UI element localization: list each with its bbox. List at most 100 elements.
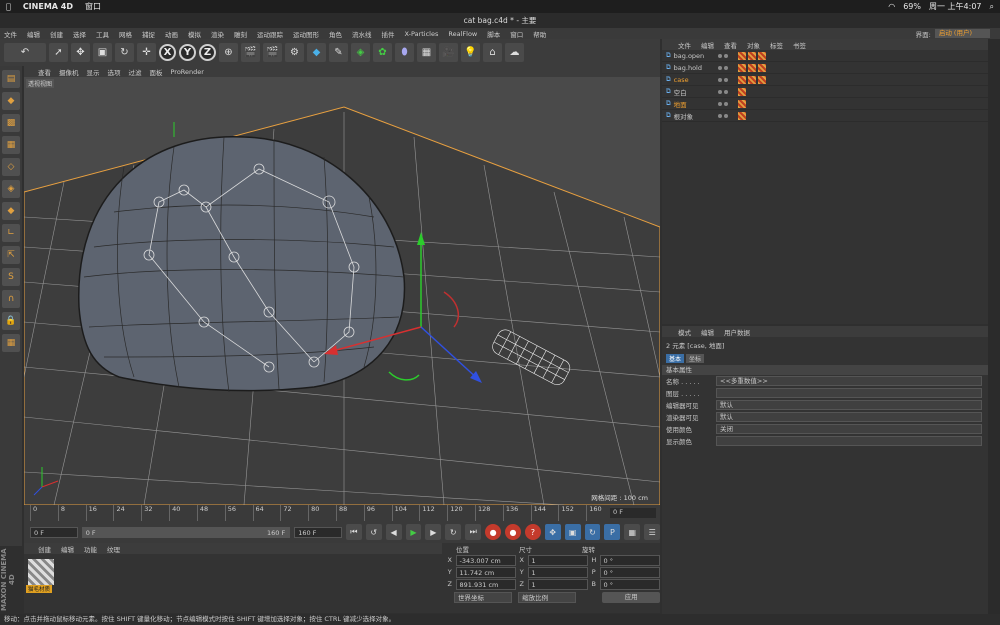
- menu-item-13[interactable]: 角色: [329, 29, 342, 39]
- y-axis-icon[interactable]: Y: [179, 44, 196, 61]
- object-row[interactable]: ⧉ bag.open: [662, 50, 988, 62]
- environment-icon[interactable]: ☁: [505, 43, 524, 62]
- object-tag-icon[interactable]: [758, 63, 766, 72]
- position-field[interactable]: 11.742 cm: [455, 566, 516, 578]
- attribute-value[interactable]: 默认: [716, 400, 982, 410]
- undo-button[interactable]: ↶: [4, 43, 46, 62]
- material-menu-item-3[interactable]: 纹理: [107, 544, 120, 554]
- visibility-dots[interactable]: [714, 89, 734, 94]
- menu-item-7[interactable]: 动画: [165, 29, 178, 39]
- visibility-dots[interactable]: [714, 101, 734, 106]
- object-tag-icon[interactable]: [748, 51, 756, 60]
- viewport-menu-item-5[interactable]: 面板: [150, 67, 163, 77]
- cube-icon[interactable]: ◆: [307, 43, 326, 62]
- menu-item-10[interactable]: 雕刻: [234, 29, 247, 39]
- object-tag-icon[interactable]: [738, 99, 746, 108]
- menu-item-2[interactable]: 创建: [50, 29, 63, 39]
- menu-item-11[interactable]: 运动跟踪: [257, 29, 283, 39]
- snap-icon[interactable]: S: [2, 268, 20, 286]
- coord-mode-select[interactable]: 世界坐标: [454, 592, 513, 603]
- live-select-icon[interactable]: ➚: [49, 43, 68, 62]
- object-name[interactable]: bag.open: [674, 52, 705, 60]
- material-name[interactable]: 猫毛材质: [26, 585, 53, 593]
- sky-icon[interactable]: ⌂: [483, 43, 502, 62]
- object-name[interactable]: case: [674, 76, 689, 84]
- menu-item-17[interactable]: RealFlow: [448, 30, 477, 38]
- next-key-icon[interactable]: ↻: [445, 524, 462, 540]
- clock[interactable]: 周一 上午4:07: [929, 1, 982, 12]
- object-row[interactable]: ⧉ 空白: [662, 86, 988, 98]
- model-mode-icon[interactable]: ▤: [2, 70, 20, 88]
- editor-visibility-dot[interactable]: [718, 77, 722, 82]
- render-visibility-dot[interactable]: [724, 89, 728, 94]
- edges-mode-icon[interactable]: ◈: [2, 180, 20, 198]
- attribute-menu-item-0[interactable]: 模式: [678, 327, 691, 337]
- position-field[interactable]: -343.007 cm: [455, 554, 516, 566]
- editor-visibility-dot[interactable]: [718, 113, 722, 118]
- lock-icon[interactable]: 🔒: [2, 312, 20, 330]
- axis-mode-icon[interactable]: ∟: [2, 224, 20, 242]
- key-rotation-icon[interactable]: ↻: [584, 524, 601, 540]
- side-tabs[interactable]: [988, 39, 1000, 614]
- tweak-mode-icon[interactable]: ⇱: [2, 246, 20, 264]
- subdivision-icon[interactable]: ◈: [351, 43, 370, 62]
- object-menu-item-5[interactable]: 书签: [793, 40, 806, 50]
- play-icon[interactable]: ▶: [405, 524, 422, 540]
- key-position-icon[interactable]: ✥: [544, 524, 561, 540]
- menu-item-8[interactable]: 模拟: [188, 29, 201, 39]
- object-row[interactable]: ⧉ bag.hold: [662, 62, 988, 74]
- start-frame-field[interactable]: 0 F: [30, 526, 78, 538]
- attribute-menu-item-2[interactable]: 用户数据: [724, 327, 750, 337]
- material-menu-item-0[interactable]: 创建: [38, 544, 51, 554]
- menu-item-20[interactable]: 帮助: [533, 29, 546, 39]
- menu-item-19[interactable]: 窗口: [510, 29, 523, 39]
- viewport-menu-item-4[interactable]: 过滤: [129, 67, 142, 77]
- object-name[interactable]: 地面: [674, 99, 687, 109]
- x-axis-icon[interactable]: X: [159, 44, 176, 61]
- prev-frame-icon[interactable]: ◀: [385, 524, 402, 540]
- grid-icon[interactable]: ▦: [2, 334, 20, 352]
- object-tag-icon[interactable]: [748, 75, 756, 84]
- next-frame-icon[interactable]: ▶: [425, 524, 442, 540]
- material-swatch[interactable]: [28, 559, 54, 585]
- object-menu-item-0[interactable]: 文件: [678, 40, 691, 50]
- floor-icon[interactable]: ▦: [417, 43, 436, 62]
- object-menu-item-2[interactable]: 查看: [724, 40, 737, 50]
- object-menu-item-4[interactable]: 标签: [770, 40, 783, 50]
- frame-range-slider[interactable]: 0 F 160 F: [81, 526, 291, 538]
- deformer-icon[interactable]: ⬮: [395, 43, 414, 62]
- menu-item-5[interactable]: 网格: [119, 29, 132, 39]
- object-row[interactable]: ⧉ 地面: [662, 98, 988, 110]
- menu-item-14[interactable]: 流水线: [352, 29, 372, 39]
- move-tool-icon[interactable]: ✥: [71, 43, 90, 62]
- rotation-field[interactable]: 0 °: [599, 578, 660, 590]
- record-icon[interactable]: ●: [485, 524, 501, 540]
- attribute-tab-1[interactable]: 坐标: [686, 354, 705, 363]
- object-mode-icon[interactable]: ◆: [2, 92, 20, 110]
- menu-item-6[interactable]: 捕捉: [142, 29, 155, 39]
- polygons-mode-icon[interactable]: ◆: [2, 202, 20, 220]
- camera-icon[interactable]: 🎥: [439, 43, 458, 62]
- object-tag-icon[interactable]: [758, 75, 766, 84]
- viewport-menu-item-2[interactable]: 显示: [87, 67, 100, 77]
- battery-label[interactable]: 69%: [903, 2, 921, 11]
- timeline-settings-icon[interactable]: ☰: [644, 524, 661, 540]
- points-mode-icon[interactable]: ◇: [2, 158, 20, 176]
- object-name[interactable]: bag.hold: [674, 64, 702, 72]
- render-visibility-dot[interactable]: [724, 77, 728, 82]
- size-field[interactable]: 1: [527, 566, 588, 578]
- object-tag-icon[interactable]: [738, 75, 746, 84]
- go-to-start-icon[interactable]: ⏮: [345, 524, 362, 540]
- attribute-value[interactable]: 默认: [716, 412, 982, 422]
- viewport-menu-item-3[interactable]: 选项: [108, 67, 121, 77]
- z-axis-icon[interactable]: Z: [199, 44, 216, 61]
- object-tag-icon[interactable]: [738, 63, 746, 72]
- apply-button[interactable]: 应用: [602, 592, 660, 603]
- app-menu[interactable]: CINEMA 4D: [23, 2, 73, 11]
- perspective-viewport[interactable]: 透视视图 网格间距 : 100 cm: [24, 77, 660, 505]
- object-tag-icon[interactable]: [738, 111, 746, 120]
- menu-item-12[interactable]: 运动图形: [293, 29, 319, 39]
- coord-system-icon[interactable]: ⊕: [219, 43, 238, 62]
- object-tag-icon[interactable]: [748, 63, 756, 72]
- visibility-dots[interactable]: [714, 113, 734, 118]
